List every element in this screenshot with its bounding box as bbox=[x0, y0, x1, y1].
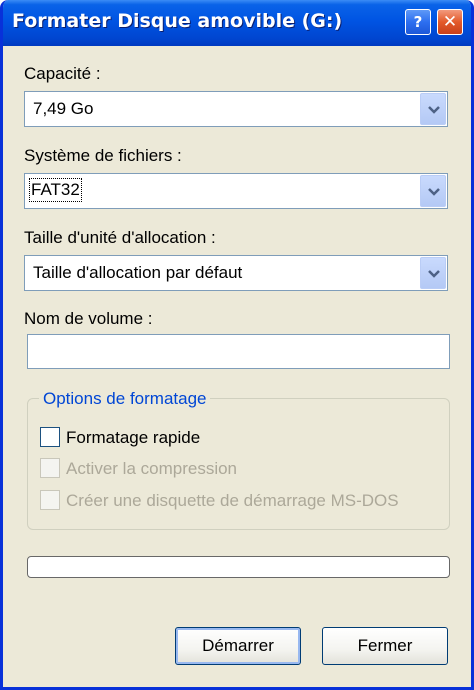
allocation-dropdown-button[interactable] bbox=[420, 257, 446, 289]
file-system-select[interactable]: FAT32 bbox=[24, 173, 448, 209]
quick-format-label[interactable]: Formatage rapide bbox=[66, 428, 200, 448]
close-icon: ✕ bbox=[442, 12, 458, 32]
format-progress-bar bbox=[27, 556, 450, 578]
capacity-value: 7,49 Go bbox=[33, 99, 94, 118]
help-icon: ? bbox=[413, 13, 423, 31]
window-title: Formater Disque amovible (G:) bbox=[12, 10, 343, 32]
boot-disk-label: Créer une disquette de démarrage MS-DOS bbox=[66, 491, 399, 510]
close-window-button[interactable]: ✕ bbox=[437, 9, 463, 35]
capacity-label: Capacité : bbox=[24, 64, 101, 83]
allocation-label: Taille d'unité d'allocation : bbox=[24, 228, 216, 247]
quick-format-checkbox[interactable] bbox=[40, 427, 60, 447]
chevron-down-icon bbox=[428, 106, 440, 114]
volume-name-input[interactable] bbox=[27, 334, 450, 369]
help-button[interactable]: ? bbox=[405, 9, 431, 35]
close-button[interactable]: Fermer bbox=[322, 627, 448, 665]
chevron-down-icon bbox=[428, 270, 440, 278]
chevron-down-icon bbox=[428, 188, 440, 196]
capacity-dropdown-button[interactable] bbox=[420, 93, 446, 125]
file-system-label: Système de fichiers : bbox=[24, 146, 182, 165]
compression-checkbox[interactable] bbox=[40, 458, 60, 478]
capacity-select[interactable]: 7,49 Go bbox=[24, 91, 448, 127]
start-button[interactable]: Démarrer bbox=[175, 627, 301, 665]
title-bar[interactable]: Formater Disque amovible (G:) ? ✕ bbox=[3, 0, 471, 46]
allocation-value: Taille d'allocation par défaut bbox=[33, 263, 243, 282]
volume-name-label: Nom de volume : bbox=[24, 309, 153, 328]
compression-label: Activer la compression bbox=[66, 459, 238, 478]
format-dialog: Formater Disque amovible (G:) ? ✕ Capaci… bbox=[0, 0, 474, 690]
file-system-dropdown-button[interactable] bbox=[420, 175, 446, 207]
format-options-title: Options de formatage bbox=[39, 389, 211, 409]
allocation-select[interactable]: Taille d'allocation par défaut bbox=[24, 255, 448, 291]
boot-disk-checkbox[interactable] bbox=[40, 490, 60, 510]
file-system-value: FAT32 bbox=[29, 178, 82, 202]
